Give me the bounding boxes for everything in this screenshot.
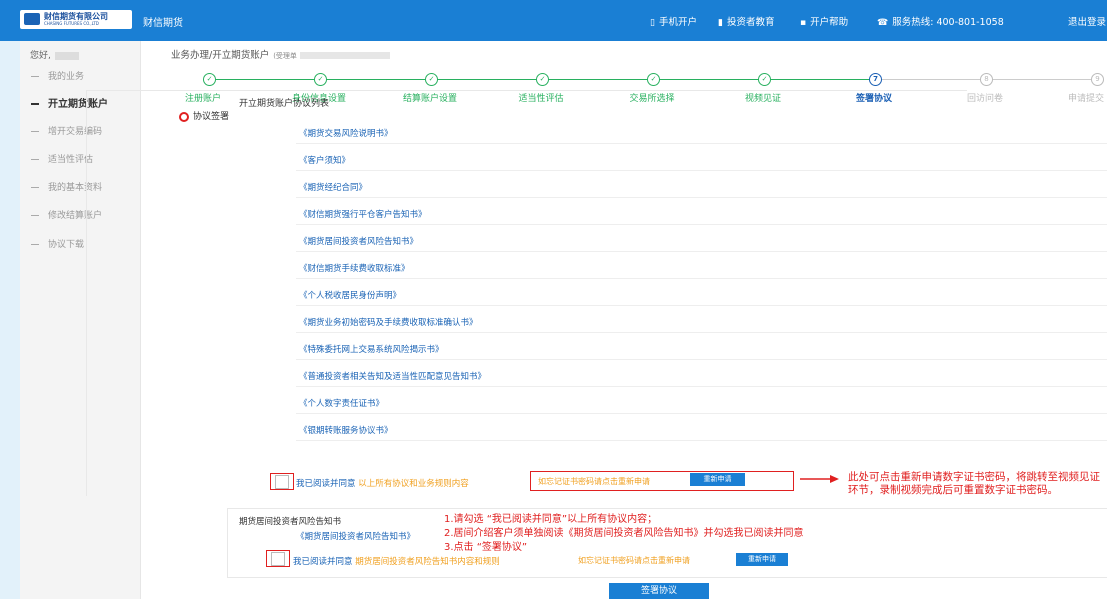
- logout-link[interactable]: 退出登录: [1068, 14, 1106, 28]
- divider: [296, 359, 1107, 360]
- step-9-number: 9: [1091, 73, 1104, 86]
- logo-mark-icon: [24, 13, 40, 25]
- step-label-survey: 回访问卷: [966, 94, 1004, 104]
- step-7-number: 7: [869, 73, 882, 86]
- sidebar-item-my-business[interactable]: 我的业务: [31, 69, 84, 82]
- doc-link-3[interactable]: 《期货经纪合同》: [299, 181, 367, 193]
- step-1-check-icon: ✓: [203, 73, 216, 86]
- agree-broker-label: 我已阅读并同意 期货居间投资者风险告知书内容和规则: [293, 557, 500, 567]
- step-connector: [659, 79, 759, 80]
- nav-hotline: ☎ 服务热线: 400-801-1058: [877, 17, 1004, 28]
- dash-icon: [31, 244, 39, 245]
- step-4-check-icon: ✓: [536, 73, 549, 86]
- top-navbar: 财信期货有限公司 CHASING FUTURES CO.,LTD 财信期货 ▯ 手…: [0, 0, 1107, 41]
- telephone-icon: ☎: [877, 18, 889, 28]
- instruction-3: 3.点击 “签署协议”: [444, 542, 528, 553]
- broker-risk-box: [227, 508, 1107, 578]
- doc-link-1[interactable]: 《期货交易风险说明书》: [299, 127, 393, 139]
- divider: [296, 251, 1107, 252]
- dash-icon: [31, 159, 39, 160]
- agree-broker-checkbox[interactable]: [271, 552, 285, 566]
- dash-icon: [31, 131, 39, 132]
- step-connector: [548, 79, 648, 80]
- divider: [296, 278, 1107, 279]
- step-6-check-icon: ✓: [758, 73, 771, 86]
- dash-icon: [31, 215, 39, 216]
- divider: [296, 413, 1107, 414]
- agreement-list-title: 开立期货账户协议列表: [239, 99, 330, 109]
- doc-link-6[interactable]: 《财信期货手续费收取标准》: [299, 262, 410, 274]
- divider: [296, 170, 1107, 171]
- logo-subtext: CHASING FUTURES CO.,LTD: [44, 21, 99, 26]
- step-connector: [326, 79, 426, 80]
- annotation-arrow-icon: [800, 475, 839, 483]
- step-connector: [881, 79, 981, 80]
- divider: [296, 305, 1107, 306]
- app-title: 财信期货: [143, 18, 183, 29]
- redacted-username: [54, 51, 79, 60]
- reapply-button-1[interactable]: 重新申请: [690, 473, 745, 486]
- doc-link-8[interactable]: 《期货业务初始密码及手续费收取标准确认书》: [299, 316, 478, 328]
- step-connector: [215, 79, 315, 80]
- divider: [296, 440, 1107, 441]
- divider: [296, 224, 1107, 225]
- user-greeting: 您好,: [30, 48, 79, 61]
- dash-icon: [31, 187, 39, 188]
- annotation-reapply-note: 此处可点击重新申请数字证书密码，将跳转至视频见证环节，录制视频完成后可重置数字证…: [848, 471, 1100, 496]
- redacted-order-id: [299, 52, 390, 59]
- instruction-2: 2.居间介绍客户须单独阅读《期货居间投资者风险告知书》并勾选我已阅读并同意: [444, 528, 804, 539]
- reapply-button-2[interactable]: 重新申请: [736, 553, 788, 566]
- divider: [296, 143, 1107, 144]
- dash-icon: [31, 103, 39, 105]
- step-connector: [992, 79, 1092, 80]
- doc-link-9[interactable]: 《特殊委托网上交易系统风险揭示书》: [299, 343, 444, 355]
- step-connector: [770, 79, 870, 80]
- step-5-check-icon: ✓: [647, 73, 660, 86]
- broker-risk-doc-link[interactable]: 《期货居间投资者风险告知书》: [296, 530, 415, 542]
- step-connector: [437, 79, 537, 80]
- doc-link-5[interactable]: 《期货居间投资者风险告知书》: [299, 235, 418, 247]
- step-3-check-icon: ✓: [425, 73, 438, 86]
- divider: [296, 197, 1107, 198]
- step-2-check-icon: ✓: [314, 73, 327, 86]
- doc-link-11[interactable]: 《个人数字责任证书》: [299, 397, 384, 409]
- divider: [296, 386, 1107, 387]
- sidebar-item-suitability[interactable]: 适当性评估: [31, 152, 93, 165]
- instruction-1: 1.请勾选 “我已阅读并同意”以上所有协议内容；: [444, 514, 658, 525]
- step-label-submit: 申请提交: [1067, 94, 1105, 104]
- nav-account-help[interactable]: ▪ 开户帮助: [800, 14, 848, 28]
- cert-note-1: 如忘记证书密码请点击重新申请: [538, 477, 650, 486]
- nav-mobile-open[interactable]: ▯ 手机开户: [650, 14, 697, 28]
- doc-link-10[interactable]: 《普通投资者相关告知及适当性匹配意见告知书》: [299, 370, 486, 382]
- help-icon: ▪: [800, 18, 807, 28]
- investor-icon: ▮: [718, 18, 723, 28]
- breadcrumb: 业务办理/开立期货账户 (受理单: [171, 47, 390, 61]
- agree-all-checkbox[interactable]: [275, 475, 289, 489]
- company-logo[interactable]: 财信期货有限公司 CHASING FUTURES CO.,LTD: [20, 10, 132, 29]
- sidebar-item-download[interactable]: 协议下载: [31, 237, 84, 250]
- step-8-number: 8: [980, 73, 993, 86]
- phone-icon: ▯: [650, 18, 655, 28]
- sign-agreement-button[interactable]: 签署协议: [609, 583, 709, 599]
- broker-risk-title: 期货居间投资者风险告知书: [239, 517, 342, 527]
- cert-note-2: 如忘记证书密码请点击重新申请: [578, 556, 690, 565]
- dash-icon: [31, 76, 39, 77]
- agreement-list-box: [86, 90, 967, 496]
- doc-link-2[interactable]: 《客户须知》: [299, 154, 350, 166]
- divider: [296, 332, 1107, 333]
- agree-all-label: 我已阅读并同意 以上所有协议和业务规则内容: [296, 479, 469, 489]
- nav-investor-education[interactable]: ▮ 投资者教育: [718, 14, 774, 28]
- doc-link-12[interactable]: 《银期转账服务协议书》: [299, 424, 393, 436]
- doc-link-4[interactable]: 《财信期货强行平仓客户告知书》: [299, 208, 427, 220]
- doc-link-7[interactable]: 《个人税收居民身份声明》: [299, 289, 401, 301]
